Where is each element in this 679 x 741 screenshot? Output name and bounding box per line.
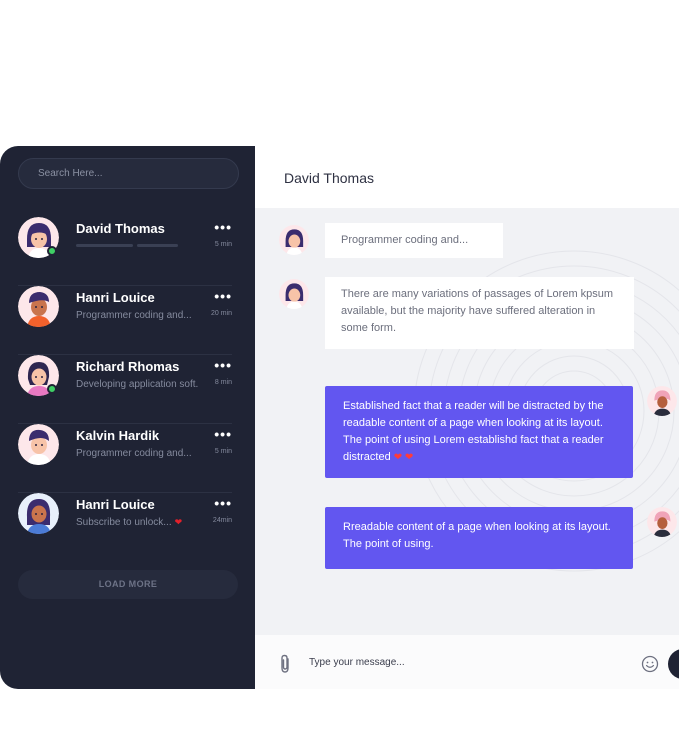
contact-time: 8 min — [214, 379, 232, 386]
contact-item[interactable]: Hanri Louice Programmer coding and... ••… — [18, 286, 232, 355]
message-composer — [255, 635, 679, 689]
paperclip-icon[interactable] — [277, 654, 293, 674]
chat-panel: David Thomas Programmer coding and... Th… — [255, 146, 679, 689]
chat-header: David Thomas — [255, 146, 679, 208]
message-bubble: There are many variations of passages of… — [325, 277, 634, 349]
message-bubble-sent: Established fact that a reader will be d… — [325, 386, 633, 478]
contact-name: David Thomas — [76, 221, 165, 236]
contact-preview-text: Subscribe to unlock... — [76, 517, 172, 528]
avatar — [18, 493, 59, 534]
contact-name: Kalvin Hardik — [76, 428, 160, 443]
contact-preview: Subscribe to unlock... ❤ — [76, 517, 204, 528]
message-text: Established fact that a reader will be d… — [343, 400, 604, 463]
avatar — [18, 424, 59, 465]
contacts-sidebar: David Thomas ••• 5 min Hanri Louice Prog… — [0, 146, 255, 689]
heart-icon: ❤ ❤ — [393, 452, 414, 463]
more-dots-icon[interactable]: ••• — [214, 427, 232, 441]
contact-name: Hanri Louice — [76, 290, 155, 305]
contact-preview: Programmer coding and... — [76, 310, 192, 321]
chat-app: David Thomas ••• 5 min Hanri Louice Prog… — [0, 146, 679, 689]
contact-time: 20 min — [210, 310, 232, 317]
contact-item[interactable]: Richard Rhomas Developing application so… — [18, 355, 232, 424]
load-more-button[interactable]: LOAD MORE — [18, 570, 238, 599]
contact-item[interactable]: Kalvin Hardik Programmer coding and... •… — [18, 424, 232, 493]
emoji-icon[interactable] — [641, 655, 659, 673]
heart-icon: ❤ — [174, 517, 183, 527]
online-indicator — [47, 246, 57, 256]
contact-preview: Developing application soft. — [76, 379, 199, 390]
send-button[interactable] — [668, 649, 679, 679]
contact-item[interactable]: Hanri Louice Subscribe to unlock... ❤ •••… — [18, 493, 232, 562]
contact-preview: Programmer coding and... — [76, 448, 192, 459]
more-dots-icon[interactable]: ••• — [214, 496, 232, 510]
more-dots-icon[interactable]: ••• — [214, 358, 232, 372]
message-input[interactable] — [309, 650, 639, 674]
avatar — [647, 386, 677, 416]
avatar — [279, 225, 309, 255]
contact-name: Hanri Louice — [76, 497, 155, 512]
typing-placeholder — [76, 244, 182, 262]
contact-time: 24min — [212, 517, 232, 524]
contact-time: 5 min — [214, 241, 232, 248]
message-bubble: Programmer coding and... — [325, 223, 503, 258]
avatar — [279, 279, 309, 309]
chat-title: David Thomas — [284, 170, 375, 186]
more-dots-icon[interactable]: ••• — [214, 289, 232, 303]
contact-time: 5 min — [214, 448, 232, 455]
avatar — [18, 286, 59, 327]
more-dots-icon[interactable]: ••• — [214, 220, 232, 234]
contact-name: Richard Rhomas — [76, 359, 180, 374]
contact-item[interactable]: David Thomas ••• 5 min — [18, 217, 232, 286]
message-bubble-sent: Rreadable content of a page when looking… — [325, 507, 633, 569]
avatar — [647, 507, 677, 537]
online-indicator — [47, 384, 57, 394]
search-input[interactable] — [18, 158, 239, 189]
